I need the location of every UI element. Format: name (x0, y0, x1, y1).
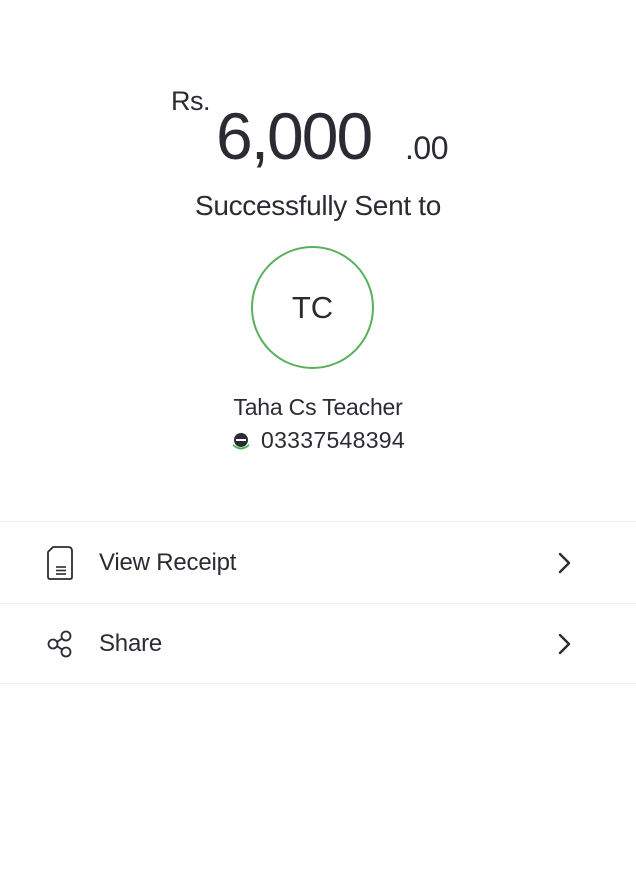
easypaisa-logo-icon (231, 431, 251, 451)
amount-cents: .00 (405, 130, 448, 166)
receipt-icon (44, 545, 76, 581)
divider (0, 683, 636, 684)
recipient-name: Taha Cs Teacher (233, 394, 403, 420)
view-receipt-button[interactable]: View Receipt (0, 523, 636, 603)
recipient-number: 03337548394 (260, 427, 405, 453)
amount-whole: 6,000 (216, 99, 373, 173)
chevron-right-icon (556, 632, 574, 656)
status-text: Successfully Sent to (194, 190, 442, 221)
share-icon (44, 626, 76, 662)
share-button[interactable]: Share (0, 604, 636, 684)
divider (0, 521, 636, 522)
share-label: Share (99, 630, 163, 657)
amount-display: Rs. 6,000 .00 (0, 84, 636, 174)
view-receipt-label: View Receipt (99, 549, 237, 576)
recipient-avatar: TC (251, 246, 374, 369)
avatar-initials: TC (291, 289, 334, 325)
recipient-number-row: 03337548394 (0, 427, 636, 454)
chevron-right-icon (556, 551, 574, 575)
currency-label: Rs. (171, 86, 211, 116)
